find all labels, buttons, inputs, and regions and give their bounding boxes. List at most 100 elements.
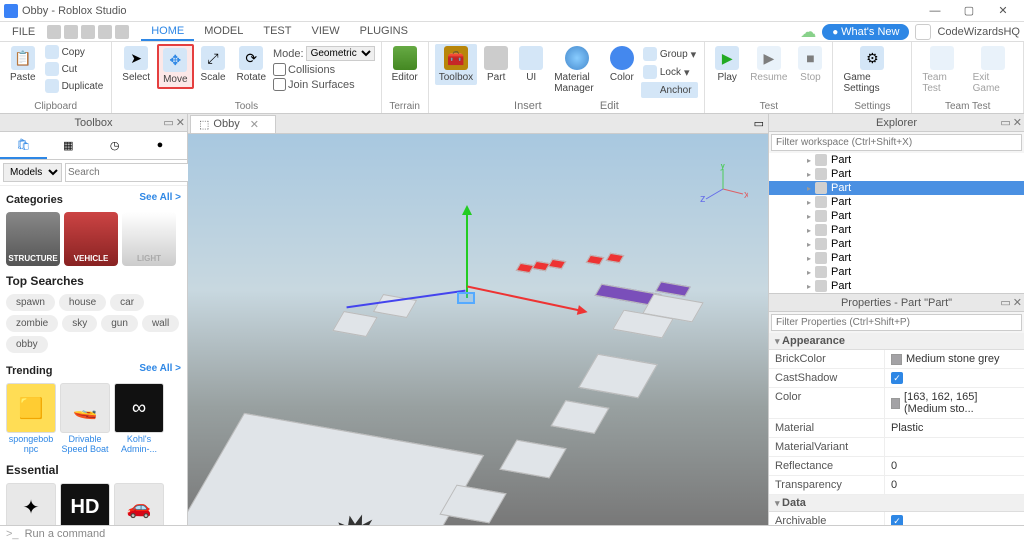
tab-model[interactable]: MODEL [194,23,253,41]
model-card[interactable]: 🚤Drivable Speed Boat [60,383,110,455]
user-icon[interactable] [915,24,931,40]
minimize-button[interactable]: — [918,1,952,21]
undock-icon[interactable]: ▭ [163,116,173,129]
close-button[interactable]: ✕ [986,1,1020,21]
undock-icon[interactable]: ▭ [1000,296,1010,309]
checkbox-icon[interactable]: ✓ [891,372,903,384]
close-icon[interactable]: ✕ [176,116,185,129]
prop-category[interactable]: Data [769,495,1024,512]
prop-row[interactable]: CastShadow✓ [769,369,1024,388]
part-button[interactable]: Part [480,44,512,85]
viewport-3d[interactable]: ✹ xyz [188,134,768,525]
cut-button[interactable]: Cut [43,61,106,77]
prop-row[interactable]: Transparency0 [769,476,1024,495]
toolbox-button[interactable]: 🧰Toolbox [435,44,477,85]
lock-button[interactable]: Lock ▾ [641,64,698,80]
mode-select[interactable]: Mode: Geometric [273,46,375,61]
select-button[interactable]: ➤Select [118,44,154,85]
undock-icon[interactable]: ▭ [1000,116,1010,129]
axis-widget[interactable]: xyz [698,164,748,214]
model-card[interactable]: 🟨spongebob npc [6,383,56,455]
close-icon[interactable]: ✕ [250,118,259,131]
prop-row[interactable]: Archivable✓ [769,512,1024,525]
doc-tab[interactable]: ⬚Obby ✕ [190,115,276,133]
chip[interactable]: wall [142,315,179,332]
explorer-tree[interactable]: ▸Part▸Part▸Part▸Part▸Part▸Part▸Part▸Part… [769,153,1024,293]
prop-row[interactable]: MaterialPlastic [769,419,1024,438]
tree-item-part[interactable]: ▸Part [769,167,1024,181]
rotate-button[interactable]: ⟳Rotate [233,44,270,85]
x-axis-handle[interactable] [467,286,585,313]
cat-vehicle[interactable]: VEHICLE [64,212,118,266]
chip[interactable]: zombie [6,315,58,332]
tree-item-part[interactable]: ▸Part [769,181,1024,195]
chip[interactable]: car [110,294,144,311]
copy-button[interactable]: Copy [43,44,106,60]
tab-view[interactable]: VIEW [301,23,349,41]
chip[interactable]: spawn [6,294,55,311]
command-bar[interactable]: >_ Run a command [0,525,1024,543]
color-button[interactable]: Color [606,44,638,85]
tree-item-part[interactable]: ▸Part [769,265,1024,279]
anchor-button[interactable]: Anchor [641,82,698,98]
exit-game-button[interactable]: Exit Game [969,44,1017,96]
seeall-link[interactable]: See All > [139,363,181,374]
tree-item-part[interactable]: ▸Part [769,279,1024,293]
ui-button[interactable]: UI [515,44,547,85]
quick-icon[interactable] [47,25,61,39]
model-card[interactable]: ∞Kohl's Admin-... [114,383,164,455]
seeall-link[interactable]: See All > [139,192,181,203]
tab-plugins[interactable]: PLUGINS [350,23,418,41]
model-card[interactable]: 🚗 [114,483,164,525]
group-button[interactable]: Group ▾ [641,46,698,62]
prop-row[interactable]: Reflectance0 [769,457,1024,476]
collisions-check[interactable]: Collisions [273,63,375,76]
move-button[interactable]: ✥Move [157,44,193,89]
tree-item-part[interactable]: ▸Part [769,223,1024,237]
resume-button[interactable]: ▶Resume [746,44,791,85]
team-test-button[interactable]: Team Test [918,44,965,96]
chip[interactable]: obby [6,336,48,353]
selected-part[interactable] [457,292,475,304]
paste-button[interactable]: 📋Paste [6,44,40,85]
toolbox-tab-marketplace[interactable]: 🛍 [0,132,47,159]
chip[interactable]: house [59,294,106,311]
cat-light[interactable]: LIGHT [122,212,176,266]
expand-icon[interactable]: ▭ [754,117,764,130]
prop-row[interactable]: Color[163, 162, 165] (Medium sto... [769,388,1024,419]
tab-test[interactable]: TEST [253,23,301,41]
tree-item-part[interactable]: ▸Part [769,153,1024,167]
material-button[interactable]: Material Manager [550,44,603,96]
prop-row[interactable]: BrickColorMedium stone grey [769,350,1024,369]
quick-icon[interactable] [81,25,95,39]
game-settings-button[interactable]: ⚙Game Settings [839,44,905,96]
tree-item-part[interactable]: ▸Part [769,237,1024,251]
prop-category[interactable]: Appearance [769,333,1024,350]
model-card[interactable]: ✦ [6,483,56,525]
duplicate-button[interactable]: Duplicate [43,78,106,94]
toolbox-tab-inventory[interactable]: ▦ [47,132,94,159]
quick-icon[interactable] [115,25,129,39]
stop-button[interactable]: ■Stop [794,44,826,85]
close-icon[interactable]: ✕ [1013,296,1022,309]
chip[interactable]: gun [101,315,138,332]
tree-item-part[interactable]: ▸Part [769,195,1024,209]
toolbox-tab-recent[interactable]: ◷ [94,132,141,159]
quick-icon[interactable] [98,25,112,39]
cat-structure[interactable]: STRUCTURE [6,212,60,266]
checkbox-icon[interactable]: ✓ [891,515,903,525]
whats-new-button[interactable]: ● What's New [822,24,909,40]
scale-button[interactable]: ⤢Scale [197,44,230,85]
username[interactable]: CodeWizardsHQ [937,26,1020,38]
terrain-editor-button[interactable]: Editor [388,44,422,85]
join-check[interactable]: Join Surfaces [273,78,375,91]
search-input[interactable] [65,163,203,182]
prop-row[interactable]: MaterialVariant [769,438,1024,457]
file-menu[interactable]: FILE [4,24,43,40]
explorer-filter[interactable] [771,134,1022,151]
chip[interactable]: sky [62,315,97,332]
play-button[interactable]: ▶Play [711,44,743,85]
tree-item-part[interactable]: ▸Part [769,209,1024,223]
properties-filter[interactable] [771,314,1022,331]
tab-home[interactable]: HOME [141,23,194,41]
